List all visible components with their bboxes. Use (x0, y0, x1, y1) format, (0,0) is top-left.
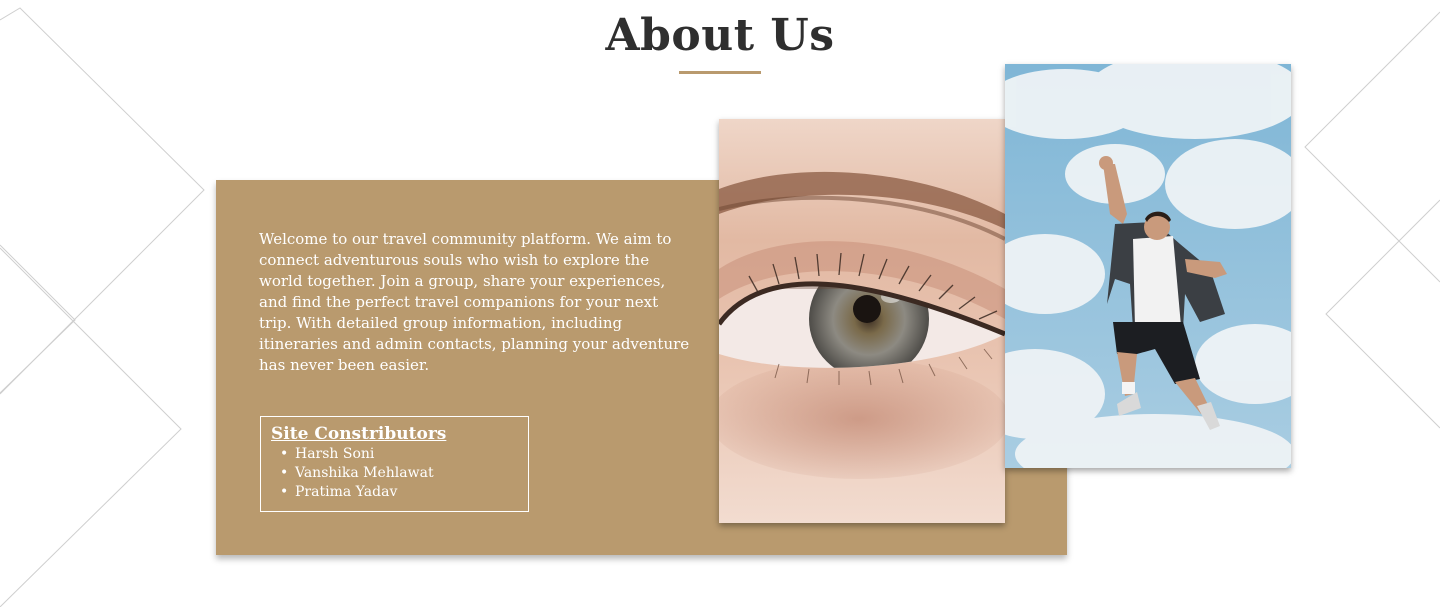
contributors-list: • Harsh Soni • Vanshika Mehlawat • Pratima … (271, 445, 518, 502)
eye-closeup-photo (719, 119, 1005, 523)
list-item: • Harsh Soni (271, 445, 518, 464)
bullet-icon: • (280, 465, 289, 481)
page-title: About Us (605, 10, 835, 61)
contributors-title: Site Constributors (271, 424, 447, 444)
contributor-name: Vanshika Mehlawat (295, 465, 434, 481)
bullet-icon: • (280, 484, 289, 500)
list-item: • Vanshika Mehlawat (271, 464, 518, 483)
contributors-box: Site Constributors • Harsh Soni • Vanshika… (260, 416, 529, 512)
jumping-man-photo (1005, 64, 1291, 468)
contributor-name: Harsh Soni (295, 446, 375, 462)
title-underline (679, 71, 761, 74)
contributor-name: Pratima Yadav (295, 484, 398, 500)
bullet-icon: • (280, 446, 289, 462)
list-item: • Pratima Yadav (271, 483, 518, 502)
about-us-page: About Us Welcome to our travel community… (0, 0, 1440, 607)
about-description: Welcome to our travel community platform… (259, 230, 690, 374)
